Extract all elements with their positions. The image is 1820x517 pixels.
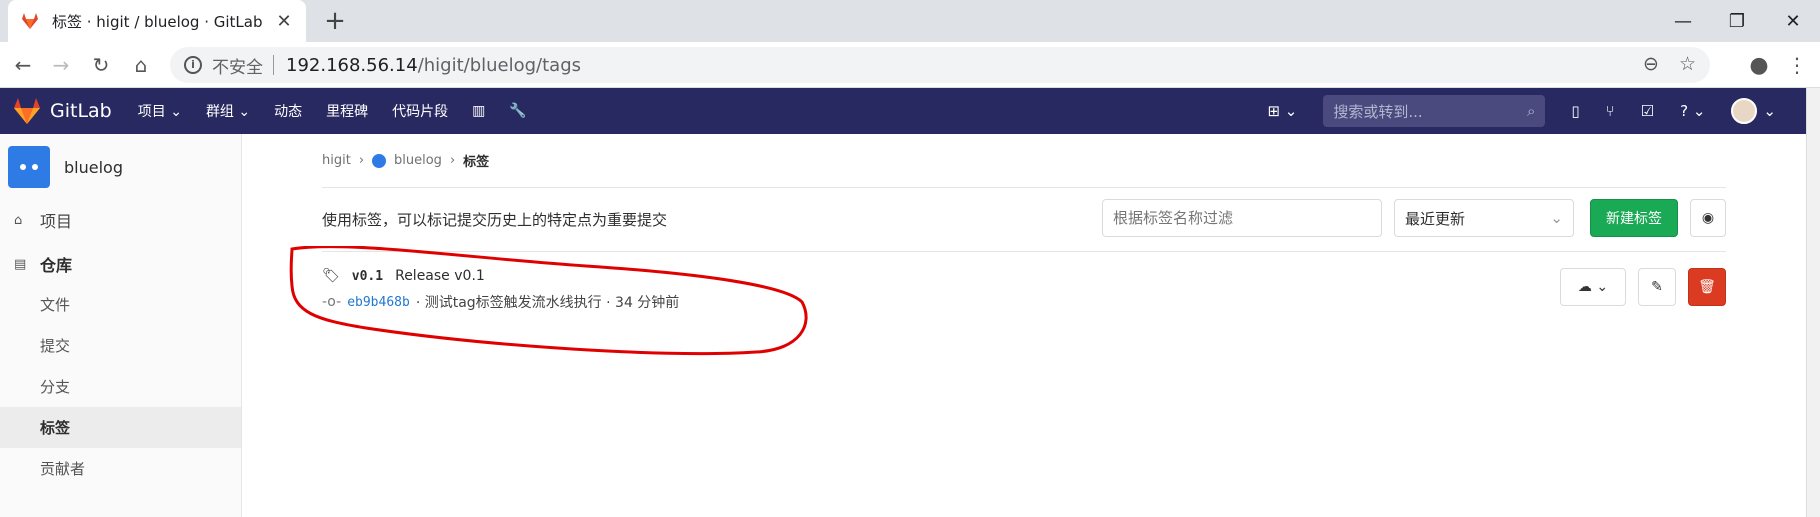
sidebar-item-repository[interactable]: ▤ 仓库 [0,244,241,284]
commit-sha[interactable]: eb9b468b [347,295,410,310]
url-host: 192.168.56.14 [286,54,418,76]
sidebar-item-branches[interactable]: 分支 [0,366,241,407]
search-icon: ⌕ [1526,102,1536,120]
gitlab-favicon-icon [22,13,38,29]
rss-icon[interactable]: ◉ [1690,199,1726,237]
restore-icon[interactable]: ❐ [1710,0,1764,42]
navbar-right: ⊞ ⌄ 搜索或转到... ⌕ ▯ ⑂ ☑ ? ⌄ ⌄ [1267,88,1776,134]
back-icon[interactable]: ← [8,50,38,80]
edit-button[interactable]: ✎ [1638,268,1676,306]
sidebar-item-contributors[interactable]: 贡献者 [0,448,241,489]
commit-message: · 测试tag标签触发流水线执行 · 34 分钟前 [415,295,680,311]
security-label: 不安全 [212,57,263,78]
tags-toolbar: 使用标签，可以标记提交历史上的特定点为重要提交 最近更新 ⌄ 新建标签 ◉ [322,188,1726,252]
pencil-icon: ✎ [1651,279,1663,295]
browser-tabstrip: 标签 · higit / bluelog · GitLab ✕ + — ❐ ✕ [0,0,1820,42]
wrench-icon[interactable]: 🔧 [509,103,526,119]
gitlab-brand: GitLab [50,100,112,122]
breadcrumb-current[interactable]: 标签 [463,151,489,170]
breadcrumb: higit › bluelog › 标签 [322,134,1726,188]
menu-groups[interactable]: 群组 ⌄ [206,101,250,121]
sort-dropdown[interactable]: 最近更新 ⌄ [1394,199,1574,237]
breadcrumb-project[interactable]: bluelog [394,153,442,168]
search-input[interactable]: 搜索或转到... ⌕ [1323,95,1546,127]
gitlab-logo[interactable]: GitLab [12,97,112,125]
browser-toolbar: ← → ↻ ⌂ i 不安全 192.168.56.14 /higit/bluel… [0,42,1820,88]
download-cloud-icon: ☁ ⌄ [1577,279,1609,295]
sidebar-item-commits[interactable]: 提交 [0,325,241,366]
delete-button[interactable]: 🗑 [1688,268,1726,306]
menu-projects[interactable]: 项目 ⌄ [138,101,182,121]
info-icon[interactable]: i [184,56,202,74]
main-content: higit › bluelog › 标签 使用标签，可以标记提交历史上的特定点为… [322,134,1726,322]
reload-icon[interactable]: ↻ [86,50,116,80]
sidebar-item-files[interactable]: 文件 [0,284,241,325]
scrollbar[interactable] [1806,88,1820,517]
tab-title: 标签 · higit / bluelog · GitLab [52,12,263,31]
table-row: 🏷 v0.1 Release v0.1 -o- eb9b468b · 测试tag… [322,252,1726,322]
project-avatar-icon [8,146,50,188]
menu-icon[interactable]: ⋮ [1782,50,1812,80]
home-icon[interactable]: ⌂ [126,50,156,80]
home-icon: ⌂ [14,212,23,228]
project-dot-icon [372,153,387,168]
bookmark-star-icon[interactable]: ☆ [1679,53,1696,75]
tag-icon: 🏷 [322,268,340,284]
close-tab-icon[interactable]: ✕ [274,11,294,32]
chevron-down-icon: ⌄ [1550,209,1563,227]
todo-icon[interactable]: ☑ [1641,102,1654,120]
gitlab-navbar: GitLab 项目 ⌄ 群组 ⌄ 动态 里程碑 代码片段 ▥ 🔧 ⊞ ⌄ 搜索或… [0,88,1806,134]
tag-commit-line: -o- eb9b468b · 测试tag标签触发流水线执行 · 34 分钟前 [322,292,1726,312]
tag-name[interactable]: v0.1 [352,269,383,284]
avatar [1731,98,1758,124]
commit-icon: -o- [322,294,342,310]
user-menu[interactable]: ⌄ [1731,98,1776,124]
sidebar-item-tags[interactable]: 标签 [0,407,241,448]
sidebar-item-project[interactable]: ⌂ 项目 [0,200,241,240]
chart-icon[interactable]: ▥ [472,103,485,119]
url-path: /higit/bluelog/tags [417,54,582,76]
help-icon[interactable]: ? ⌄ [1680,102,1705,120]
menu-snippets[interactable]: 代码片段 [392,101,448,121]
menu-milestones[interactable]: 里程碑 [326,101,368,121]
chevron-right-icon: › [449,153,456,168]
chevron-down-icon: ⌄ [238,104,251,120]
chevron-right-icon: › [358,153,365,168]
top-menu: 项目 ⌄ 群组 ⌄ 动态 里程碑 代码片段 ▥ 🔧 [138,101,527,121]
issues-icon[interactable]: ▯ [1571,102,1579,120]
tags-description: 使用标签，可以标记提交历史上的特定点为重要提交 [322,211,668,229]
new-tab-icon[interactable]: + [320,6,350,36]
address-bar[interactable]: i 不安全 192.168.56.14 /higit/bluelog/tags … [170,47,1710,83]
new-tag-button[interactable]: 新建标签 [1590,199,1678,237]
tag-title-line: 🏷 v0.1 Release v0.1 [322,268,1726,284]
profile-icon[interactable]: ● [1744,50,1774,80]
close-window-icon[interactable]: ✕ [1766,0,1820,42]
gitlab-tanuki-icon [14,98,40,124]
project-sidebar: bluelog ⌂ 项目 ▤ 仓库 文件 提交 分支 标签 贡献者 [0,134,242,517]
trash-icon: 🗑 [1698,279,1716,295]
merge-request-icon[interactable]: ⑂ [1606,102,1615,120]
zoom-icon[interactable]: ⊖ [1643,53,1659,75]
menu-activity[interactable]: 动态 [274,101,302,121]
plus-square-icon[interactable]: ⊞ ⌄ [1267,102,1297,120]
document-icon: ▤ [14,256,27,272]
download-button[interactable]: ☁ ⌄ [1560,268,1626,306]
project-name: bluelog [64,157,123,177]
chevron-down-icon: ⌄ [170,104,182,120]
breadcrumb-group[interactable]: higit [322,153,351,168]
tag-release: Release v0.1 [395,268,485,284]
project-header[interactable]: bluelog [0,134,241,200]
minimize-icon[interactable]: — [1656,0,1710,42]
forward-icon[interactable]: → [46,50,76,80]
tag-filter-input[interactable] [1102,199,1382,237]
divider [273,55,274,75]
browser-tab[interactable]: 标签 · higit / bluelog · GitLab ✕ [8,0,306,42]
